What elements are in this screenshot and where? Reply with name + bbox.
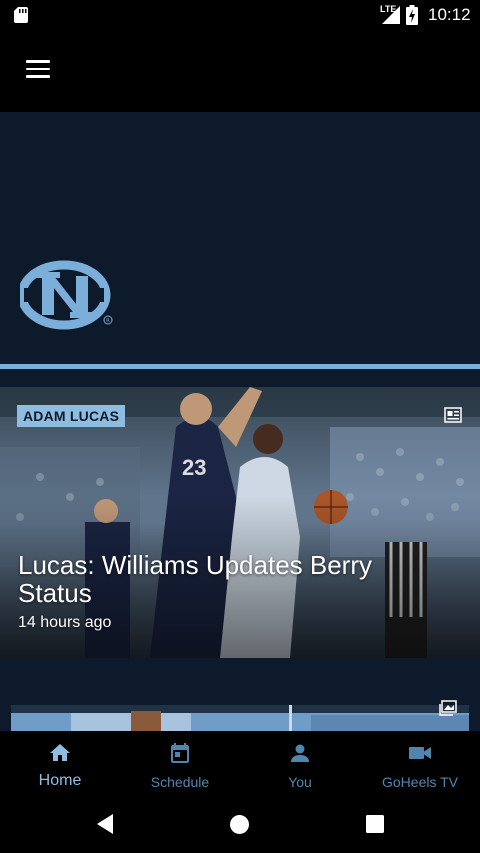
unc-logo: R xyxy=(20,260,113,330)
nav-label-goheels-tv: GoHeels TV xyxy=(382,774,458,790)
story-headline: Lucas: Williams Updates Berry Status xyxy=(18,550,372,608)
gallery-icon xyxy=(439,700,457,716)
hamburger-menu-icon[interactable] xyxy=(26,60,50,78)
author-tag: ADAM LUCAS xyxy=(17,405,126,427)
signal-icon xyxy=(382,6,400,24)
hero-banner: R xyxy=(0,112,480,364)
bottom-navigation: Home Schedule You GoHeels TV xyxy=(0,731,480,799)
person-icon xyxy=(291,744,309,762)
clock: 10:12 xyxy=(428,5,471,24)
next-story-card[interactable] xyxy=(11,705,469,731)
nav-item-home[interactable]: Home xyxy=(0,731,120,799)
back-icon[interactable] xyxy=(96,813,114,835)
status-bar: LTE 10:12 xyxy=(0,0,480,30)
battery-charging-icon xyxy=(406,5,418,25)
home-circle-icon[interactable] xyxy=(229,814,250,835)
story-timestamp: 14 hours ago xyxy=(18,614,112,631)
article-icon xyxy=(444,407,462,423)
nav-item-goheels-tv[interactable]: GoHeels TV xyxy=(360,731,480,799)
nav-label-you: You xyxy=(288,774,312,790)
video-camera-icon xyxy=(409,747,431,759)
nav-label-schedule: Schedule xyxy=(150,774,210,790)
home-icon xyxy=(50,744,70,761)
nav-item-you[interactable]: You xyxy=(240,731,360,799)
sd-card-icon xyxy=(14,7,28,23)
svg-text:R: R xyxy=(106,318,110,324)
news-feed[interactable]: 23 ADAM LUCAS Lucas: Williams Updates Be… xyxy=(0,369,480,731)
app-bar xyxy=(0,30,480,112)
featured-story-card[interactable]: 23 ADAM LUCAS Lucas: Williams Updates Be… xyxy=(0,387,480,658)
system-navigation-bar xyxy=(0,799,480,853)
nav-item-schedule[interactable]: Schedule xyxy=(120,731,240,799)
calendar-icon xyxy=(171,743,189,763)
nav-label-home: Home xyxy=(38,772,82,789)
recents-icon[interactable] xyxy=(366,815,384,833)
